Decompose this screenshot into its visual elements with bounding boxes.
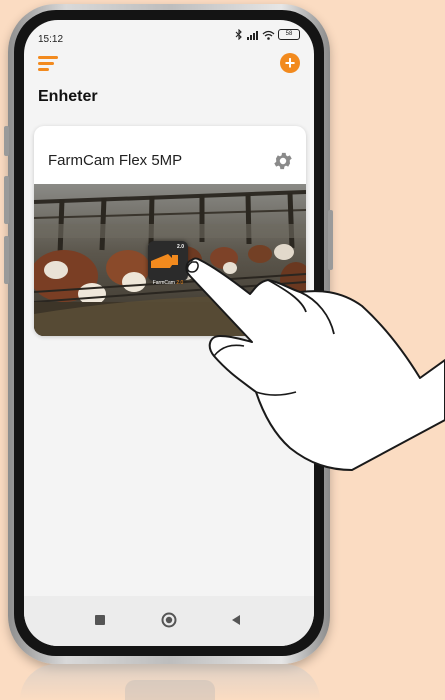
status-time: 15:12 bbox=[38, 34, 64, 45]
navigation-bar bbox=[24, 596, 314, 646]
circle-icon[interactable] bbox=[159, 610, 179, 630]
page-title: Enheter bbox=[38, 88, 98, 105]
bluetooth-icon bbox=[235, 29, 242, 40]
phone-side-button bbox=[4, 176, 9, 224]
status-bar: 15:12 58 bbox=[24, 20, 314, 54]
battery-indicator: 58 bbox=[278, 29, 300, 40]
device-card[interactable]: FarmCam Flex 5MP 2.0 FarmCam 2.0 bbox=[34, 126, 306, 336]
logo-label-main: FarmCam bbox=[152, 280, 175, 286]
menu-icon[interactable] bbox=[38, 56, 62, 72]
gear-icon[interactable] bbox=[272, 150, 294, 172]
wifi-icon bbox=[262, 30, 275, 40]
phone-reflection-detail bbox=[125, 680, 215, 700]
camera-thumbnail[interactable]: 2.0 FarmCam 2.0 bbox=[34, 184, 306, 336]
square-icon[interactable] bbox=[90, 610, 110, 630]
signal-icon bbox=[247, 30, 258, 40]
phone-side-button bbox=[4, 236, 9, 284]
add-device-button[interactable]: + bbox=[280, 53, 300, 73]
logo-label: FarmCam 2.0 bbox=[148, 280, 188, 286]
device-name: FarmCam Flex 5MP bbox=[48, 152, 183, 169]
phone-side-button bbox=[4, 126, 9, 156]
back-triangle-icon[interactable] bbox=[226, 610, 246, 630]
phone-side-button bbox=[328, 210, 333, 270]
phone-screen: 15:12 58 + Enheter FarmCam Flex 5MP 2.0 … bbox=[24, 20, 314, 646]
logo-version-badge: 2.0 bbox=[177, 244, 184, 250]
status-icons: 58 bbox=[235, 29, 300, 40]
farmcam-app-logo: 2.0 bbox=[148, 241, 188, 281]
logo-label-version: 2.0 bbox=[176, 280, 184, 286]
